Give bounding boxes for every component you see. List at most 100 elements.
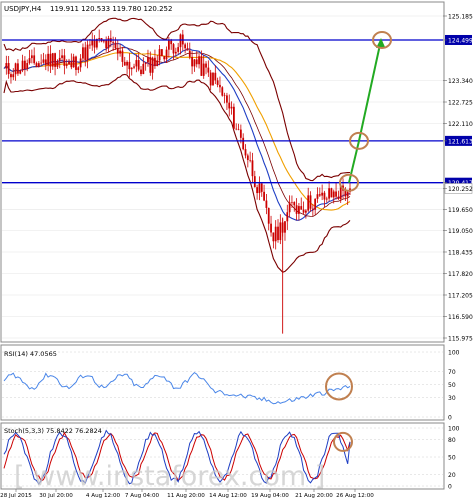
price-bar-body — [86, 44, 89, 61]
price-bar-body — [151, 57, 154, 73]
time-axis-label: 21 Aug 20:00 — [295, 493, 333, 499]
price-axis-label: 117.205 — [448, 292, 473, 299]
chart-background — [0, 0, 473, 500]
time-axis-label: 19 Aug 04:00 — [251, 493, 289, 499]
price-bar-body — [35, 63, 38, 67]
time-axis-label: 30 Jul 20:00 — [39, 493, 73, 499]
price-bar-body — [105, 40, 108, 49]
time-axis-label: 28 Jul 2015 — [0, 493, 32, 499]
price-bar-body — [77, 67, 80, 70]
price-bar-body — [202, 63, 205, 76]
stoch-axis-label: 50 — [448, 455, 456, 462]
rsi-label: RSI(14) 47.0565 — [4, 350, 57, 358]
price-bar-body — [307, 195, 310, 211]
price-bar-body — [337, 196, 340, 200]
price-bar-body — [260, 183, 263, 192]
price-bar-body — [179, 34, 182, 48]
price-bar-body — [154, 57, 156, 67]
price-axis-label: 122.110 — [448, 121, 473, 128]
price-bar-body — [172, 44, 175, 54]
price-bar-body — [47, 53, 50, 66]
price-axis-label: 116.590 — [448, 314, 473, 321]
price-axis-label: 119.050 — [448, 228, 473, 235]
price-bar-body — [251, 160, 254, 177]
price-bar-body — [163, 56, 166, 60]
price-bar-body — [267, 207, 270, 224]
price-bar-body — [177, 47, 180, 52]
price-bar-body — [284, 221, 286, 233]
stoch-label: Stoch(5,3,3) 75.8422 76.2824 — [4, 427, 102, 435]
price-bar-body — [195, 59, 198, 65]
price-bar-body — [161, 49, 163, 57]
price-bar-body — [286, 212, 289, 222]
price-bar-body — [56, 60, 59, 67]
price-bar-body — [207, 67, 210, 73]
price-bar-body — [277, 226, 279, 241]
price-bar-body — [258, 183, 261, 194]
price-bar-body — [274, 226, 277, 242]
price-bar-body — [130, 67, 133, 70]
price-axis-label: 125.185 — [448, 14, 473, 21]
price-bar-body — [112, 41, 115, 43]
price-axis-label: 118.435 — [448, 249, 473, 256]
price-bar-body — [70, 61, 73, 68]
price-axis-label: 117.820 — [448, 271, 473, 278]
price-bar-body — [291, 202, 293, 203]
price-bar-body — [216, 80, 219, 85]
price-bar-body — [82, 47, 84, 59]
price-bar-body — [344, 190, 347, 197]
price-bar-body — [249, 160, 252, 161]
price-bar-body — [242, 137, 245, 150]
time-axis-label: 4 Aug 12:00 — [86, 493, 121, 499]
price-bar-body — [75, 56, 77, 70]
price-bar-body — [123, 61, 126, 66]
price-bar-body — [191, 56, 193, 67]
price-bar-body — [5, 63, 8, 69]
price-bar-body — [84, 47, 87, 61]
price-bar-body — [239, 129, 242, 138]
price-bar-body — [14, 63, 17, 75]
price-bar-body — [279, 222, 282, 241]
price-bar-body — [212, 72, 214, 86]
rsi-axis-label: 0 — [448, 415, 452, 422]
price-bar-body — [137, 60, 140, 70]
price-axis-label: 120.252 — [448, 186, 473, 193]
price-bar-body — [7, 63, 10, 75]
price-bar-body — [309, 195, 312, 209]
price-bar-body — [68, 61, 70, 65]
stoch-axis-label: 100 — [448, 426, 460, 433]
price-bar-body — [65, 64, 68, 66]
price-bar-body — [61, 55, 63, 58]
price-bar-body — [209, 72, 212, 86]
price-bar-body — [40, 62, 43, 64]
price-bar-body — [232, 106, 235, 129]
price-bar-body — [346, 191, 349, 197]
price-bar-body — [223, 95, 226, 97]
price-bar-body — [21, 60, 24, 71]
price-bar-body — [253, 176, 256, 188]
price-bar-body — [263, 191, 265, 201]
price-axis-label: 122.725 — [448, 100, 473, 107]
price-bar-body — [51, 53, 54, 67]
price-bar-body — [49, 53, 52, 67]
price-bar-body — [328, 188, 331, 199]
rsi-axis-label: 100 — [448, 350, 460, 357]
price-bar-body — [184, 44, 187, 49]
price-bar-body — [89, 44, 91, 46]
price-bar-body — [200, 56, 203, 76]
price-bar-body — [23, 60, 26, 70]
price-bar-body — [135, 60, 138, 67]
chart-window: 125.185 124.499 123.340 122.725 122.110 121.6… — [0, 0, 473, 500]
price-bar-body — [44, 59, 47, 66]
price-bar-body — [270, 223, 272, 233]
price-bar-body — [300, 206, 303, 210]
price-axis-label: 119.650 — [448, 207, 473, 214]
price-bar-body — [142, 63, 145, 75]
price-bar-body — [230, 106, 233, 109]
watermark-text: [ www.instaforex.com ] — [14, 461, 325, 492]
price-bar-body — [54, 53, 56, 67]
time-axis-label: 11 Aug 20:00 — [167, 493, 205, 499]
price-bar-body — [12, 74, 15, 78]
price-bar-body — [311, 208, 314, 210]
price-bar-body — [156, 60, 159, 67]
